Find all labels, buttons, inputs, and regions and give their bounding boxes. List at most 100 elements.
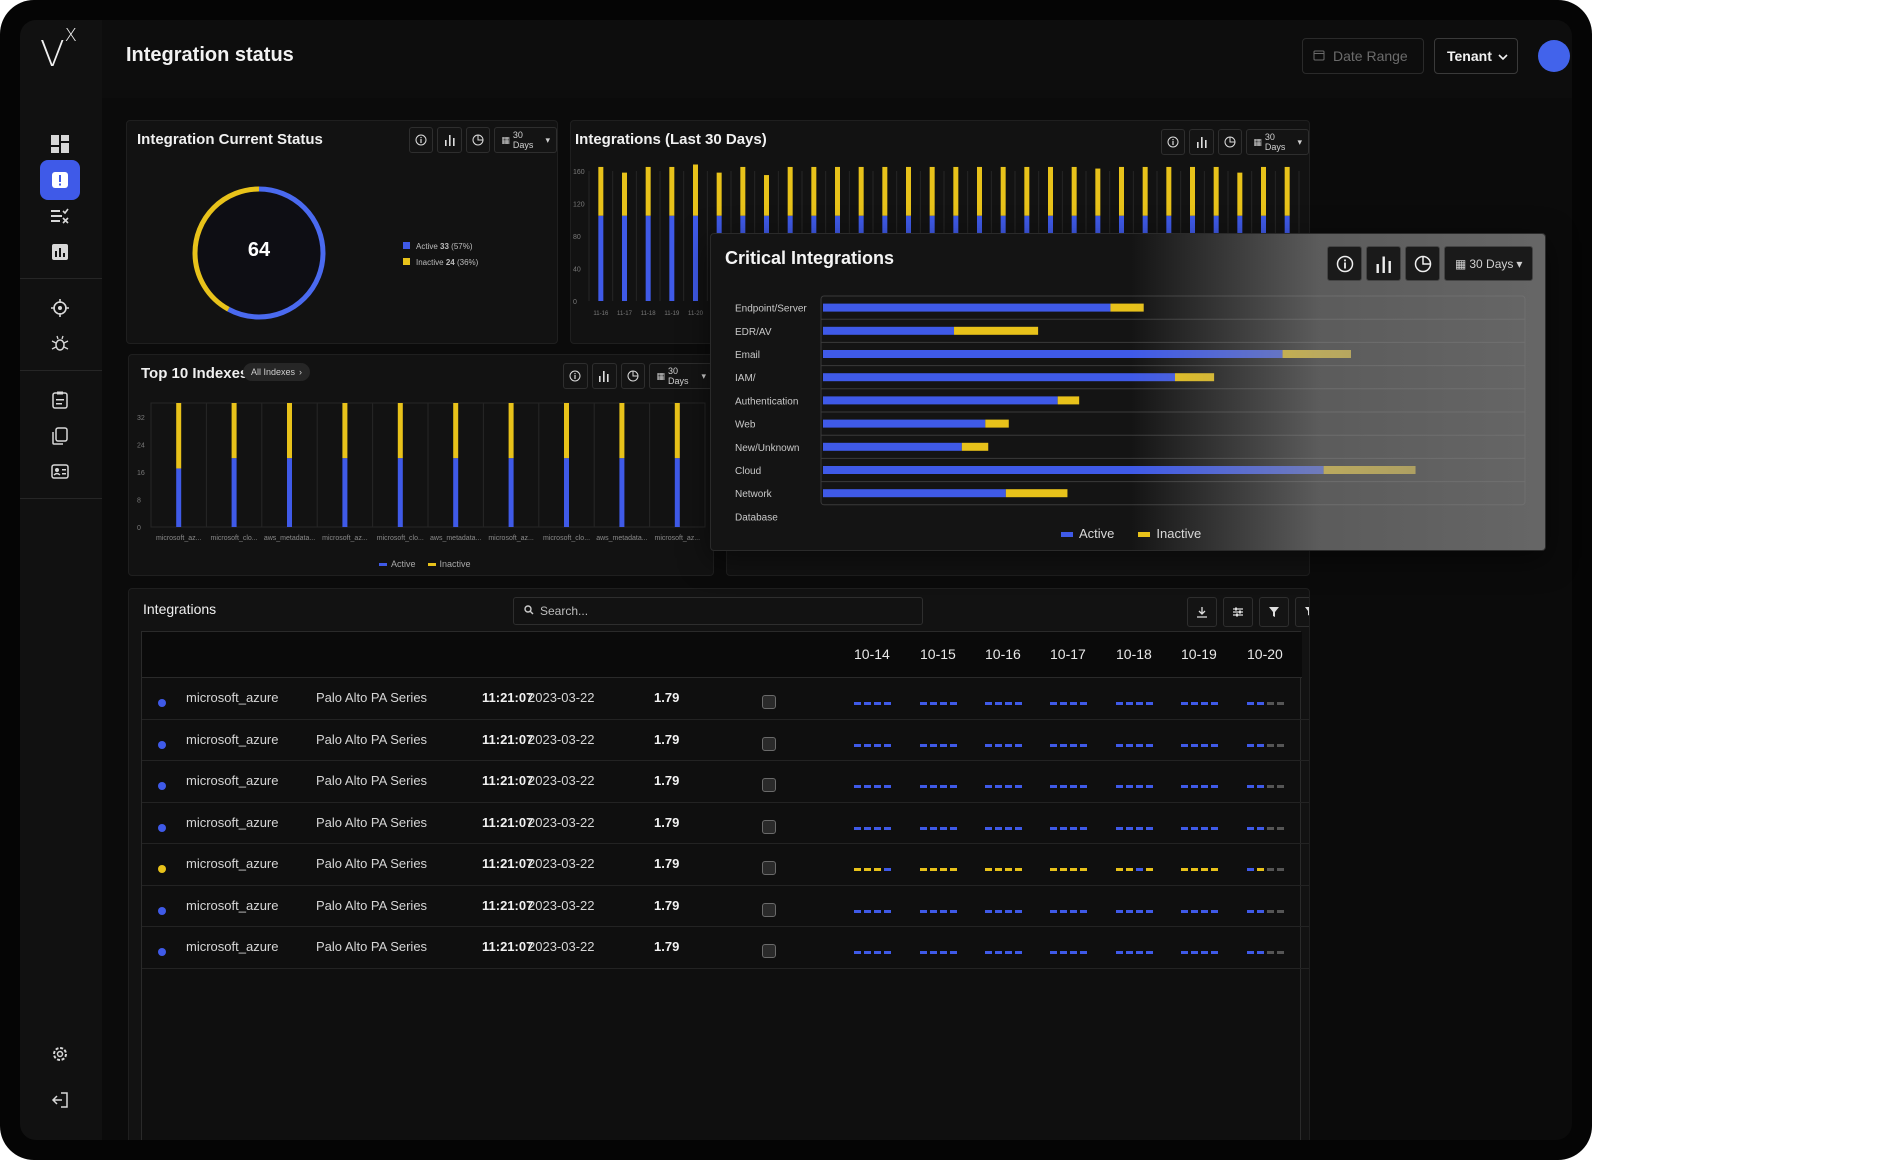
y-tick-label: 8 bbox=[137, 497, 141, 504]
copy-icon[interactable] bbox=[40, 416, 80, 456]
table-row[interactable]: microsoft_azure Palo Alto PA Series 11:21:… bbox=[142, 886, 1309, 927]
device-name: Palo Alto PA Series bbox=[316, 814, 428, 830]
y-tick-label: 24 bbox=[137, 442, 145, 449]
tasks-icon[interactable] bbox=[40, 196, 80, 236]
y-tick-label: 160 bbox=[573, 169, 585, 176]
daily-status-indicator bbox=[1181, 909, 1218, 913]
user-avatar[interactable] bbox=[1538, 40, 1570, 72]
row-checkbox[interactable] bbox=[762, 695, 776, 709]
download-icon[interactable] bbox=[1187, 597, 1217, 627]
tenant-dropdown[interactable]: Tenant bbox=[1434, 38, 1518, 74]
target-icon[interactable] bbox=[40, 288, 80, 328]
table-row[interactable]: microsoft_azure Palo Alto PA Series 11:21:… bbox=[142, 720, 1309, 761]
table-row[interactable]: microsoft_azure Palo Alto PA Series 11:21:… bbox=[142, 678, 1309, 720]
settings-icon[interactable] bbox=[40, 1034, 80, 1074]
range-dropdown[interactable]: ▦ 30 Days ▾ bbox=[1444, 246, 1534, 281]
row-checkbox[interactable] bbox=[762, 944, 776, 958]
bar-inactive bbox=[740, 166, 746, 216]
filter-icon[interactable] bbox=[1259, 597, 1289, 627]
last-seen-date: 2023-03-22 bbox=[528, 939, 595, 954]
pie-chart-icon[interactable] bbox=[1217, 129, 1243, 155]
device-frame: VX Integration status Date Range Tenant … bbox=[0, 0, 1592, 1160]
calendar-icon: ▦ bbox=[1455, 256, 1467, 271]
bug-icon[interactable] bbox=[40, 324, 80, 364]
row-checkbox[interactable] bbox=[762, 902, 776, 917]
pie-chart-icon[interactable] bbox=[465, 127, 491, 153]
col-date: 10-20 bbox=[1247, 646, 1283, 662]
bar-chart-icon[interactable] bbox=[1366, 246, 1401, 281]
bar-inactive bbox=[176, 403, 182, 469]
info-icon[interactable] bbox=[1327, 246, 1362, 281]
app-logo[interactable]: VX bbox=[40, 25, 77, 75]
bar-inactive bbox=[1048, 166, 1053, 216]
bar-active bbox=[342, 458, 348, 527]
row-checkbox[interactable] bbox=[762, 819, 776, 834]
pie-chart-icon[interactable] bbox=[1405, 246, 1440, 281]
bar-inactive bbox=[858, 166, 864, 216]
clipboard-icon[interactable] bbox=[40, 380, 80, 420]
device-name: Palo Alto PA Series bbox=[316, 773, 428, 788]
bar-chart-icon[interactable] bbox=[591, 363, 617, 389]
table-row[interactable]: microsoft_azure Palo Alto PA Series 11:21:… bbox=[142, 761, 1309, 803]
x-tick-label: 11-18 bbox=[641, 311, 657, 317]
top10-chart: 32 24 16 8 0 microsoft_az... microsoft_clo... a… bbox=[137, 402, 706, 542]
daily-status-indicator bbox=[1050, 785, 1087, 788]
panel-tools: ▦ 30 Days ▾ bbox=[563, 363, 714, 389]
pie-chart-icon[interactable] bbox=[620, 363, 646, 389]
date-range-picker[interactable]: Date Range bbox=[1302, 38, 1424, 74]
bar-active bbox=[622, 215, 627, 301]
range-dropdown[interactable]: ▦ 30 Days ▾ bbox=[649, 363, 714, 389]
bar-inactive bbox=[1095, 168, 1101, 216]
row-checkbox[interactable] bbox=[762, 861, 776, 875]
daily-status-indicator bbox=[985, 909, 1022, 913]
bar-inactive bbox=[1213, 166, 1219, 216]
filter-label: All Indexes bbox=[251, 367, 296, 377]
bar-inactive bbox=[674, 403, 680, 459]
daily-status-indicator bbox=[1247, 868, 1284, 871]
x-tick-label: aws_metadata... bbox=[430, 535, 481, 542]
report-chart-icon[interactable] bbox=[40, 232, 80, 272]
all-indexes-filter[interactable]: All Indexes › bbox=[243, 363, 311, 381]
bar-chart-icon[interactable] bbox=[1189, 129, 1214, 155]
daily-status-indicator bbox=[1050, 826, 1087, 830]
columns-settings-icon[interactable] bbox=[1223, 597, 1253, 627]
info-icon[interactable] bbox=[1161, 129, 1186, 155]
bar-active bbox=[508, 458, 514, 527]
info-icon[interactable] bbox=[563, 363, 588, 389]
info-icon[interactable] bbox=[409, 127, 434, 153]
bar-active bbox=[564, 458, 569, 527]
table-row[interactable]: microsoft_azure Palo Alto PA Series 11:21:… bbox=[142, 927, 1309, 969]
dashboard-icon[interactable] bbox=[40, 124, 80, 164]
range-dropdown[interactable]: ▦ 30 Days ▾ bbox=[494, 127, 557, 153]
id-card-icon[interactable] bbox=[40, 452, 80, 492]
logout-icon[interactable] bbox=[40, 1080, 80, 1120]
search-input[interactable]: Search... bbox=[513, 597, 923, 625]
daily-status-indicator bbox=[1050, 909, 1087, 913]
category-label: Database bbox=[735, 512, 778, 523]
bar-inactive bbox=[231, 403, 237, 459]
current-status-panel: Integration Current Status ▦ 30 Days ▾ 64 … bbox=[126, 120, 558, 344]
bar-inactive bbox=[1071, 166, 1077, 216]
y-tick-label: 32 bbox=[137, 415, 145, 422]
bar-chart-icon[interactable] bbox=[437, 127, 462, 153]
daily-status-indicator bbox=[854, 785, 891, 788]
daily-status-indicator bbox=[1247, 826, 1284, 830]
row-checkbox[interactable] bbox=[762, 778, 776, 792]
range-dropdown[interactable]: ▦ 30 Days ▾ bbox=[1246, 129, 1309, 155]
last-seen-date: 2023-03-22 bbox=[528, 690, 595, 705]
card-tools: ▦ 30 Days ▾ bbox=[1327, 246, 1534, 281]
table-row[interactable]: microsoft_azure Palo Alto PA Series 11:21:… bbox=[142, 803, 1309, 844]
top10-legend: Active Inactive bbox=[379, 559, 471, 569]
last-seen-time: 11:21:07 bbox=[482, 856, 534, 871]
bar-active bbox=[823, 466, 1324, 474]
value-cell: 1.79 bbox=[654, 773, 680, 788]
table-row[interactable]: microsoft_azure Palo Alto PA Series 11:21:… bbox=[142, 844, 1309, 886]
alert-icon[interactable] bbox=[40, 160, 80, 200]
bar-inactive bbox=[954, 326, 1039, 335]
bar-inactive bbox=[716, 172, 722, 216]
row-checkbox[interactable] bbox=[762, 736, 776, 751]
clear-filter-icon[interactable] bbox=[1295, 597, 1309, 627]
bar-inactive bbox=[1282, 350, 1351, 358]
last-seen-time: 11:21:07 bbox=[482, 773, 534, 788]
caret-down-icon: ▾ bbox=[1516, 256, 1523, 271]
